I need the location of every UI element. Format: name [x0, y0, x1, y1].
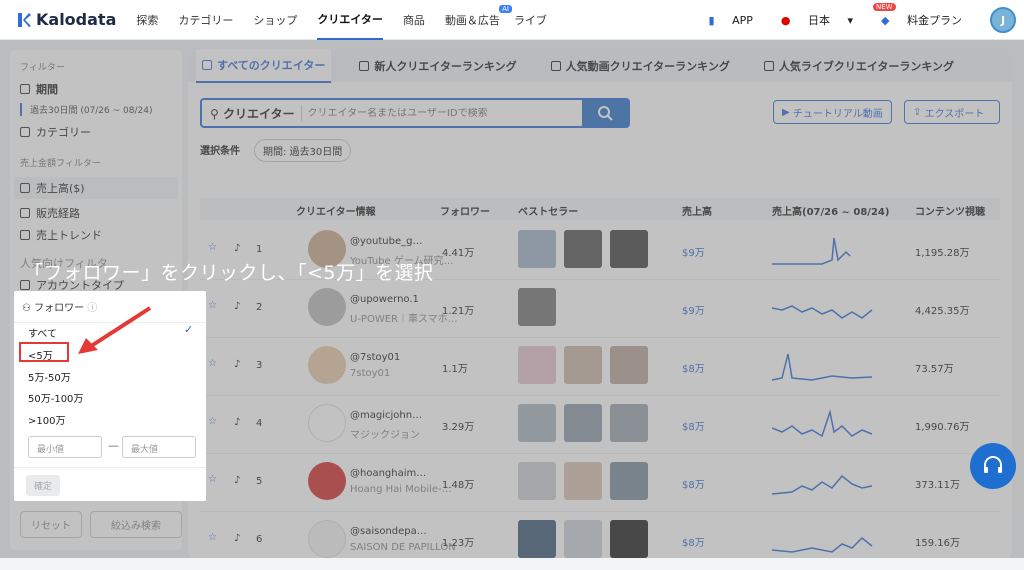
kalodata-logo-icon	[18, 12, 31, 27]
confirm-button[interactable]: 確定	[26, 475, 61, 496]
logo[interactable]: Kalodata	[16, 10, 116, 29]
nav-video-ads-label: 動画＆広告	[444, 13, 500, 27]
user-avatar[interactable]: J	[990, 7, 1016, 33]
option-50k-500k[interactable]: 5万-50万	[28, 369, 71, 384]
nav-product[interactable]: 商品	[403, 0, 425, 40]
diamond-icon: ◆	[881, 14, 890, 27]
chevron-down-icon: ▾	[847, 14, 854, 27]
max-value-input[interactable]: 最大値	[122, 436, 196, 458]
nav-creator[interactable]: クリエイター	[317, 0, 383, 40]
language-select[interactable]: ● 日本 ▾	[781, 12, 867, 28]
check-icon: ✓	[184, 323, 194, 336]
arrow-icon	[78, 306, 152, 354]
headset-icon	[984, 456, 1002, 473]
highlight-box	[19, 342, 69, 362]
nav-shop[interactable]: ショップ	[253, 0, 297, 40]
option-over-1m[interactable]: >100万	[28, 412, 65, 427]
app-label: APP	[732, 13, 753, 27]
phone-icon: ▮	[708, 13, 715, 27]
pricing-label: 料金プラン	[907, 14, 962, 27]
nav-right: ▮ APP ● 日本 ▾ ◆ 料金プラン J	[709, 0, 1024, 40]
min-value-input[interactable]: 最小値	[28, 436, 102, 458]
language-label: 日本	[808, 14, 830, 27]
ai-badge: AI	[499, 4, 512, 13]
support-button[interactable]	[970, 443, 1016, 489]
top-nav: Kalodata 探索 カテゴリー ショップ クリエイター 商品 動画＆広告 AI…	[0, 0, 1024, 40]
app-link[interactable]: ▮ APP	[709, 14, 767, 27]
nav-video-ads[interactable]: 動画＆広告 AI	[444, 0, 512, 40]
range-dash: —	[108, 439, 119, 452]
pricing-link[interactable]: ◆ 料金プラン	[881, 12, 976, 28]
option-all[interactable]: すべて	[28, 325, 57, 340]
nav-live[interactable]: ライブ	[514, 0, 547, 40]
user-icon: ⚇	[22, 303, 31, 314]
flag-icon: ●	[780, 14, 791, 27]
instruction-caption: 「フォロワー」をクリックし、「<5万」を選択	[24, 262, 434, 284]
nav-category[interactable]: カテゴリー	[178, 0, 233, 40]
nav-explore[interactable]: 探索	[136, 0, 158, 40]
option-500k-1m[interactable]: 50万-100万	[28, 390, 83, 405]
new-badge: NEW	[873, 3, 896, 11]
logo-text: Kalodata	[36, 10, 117, 29]
